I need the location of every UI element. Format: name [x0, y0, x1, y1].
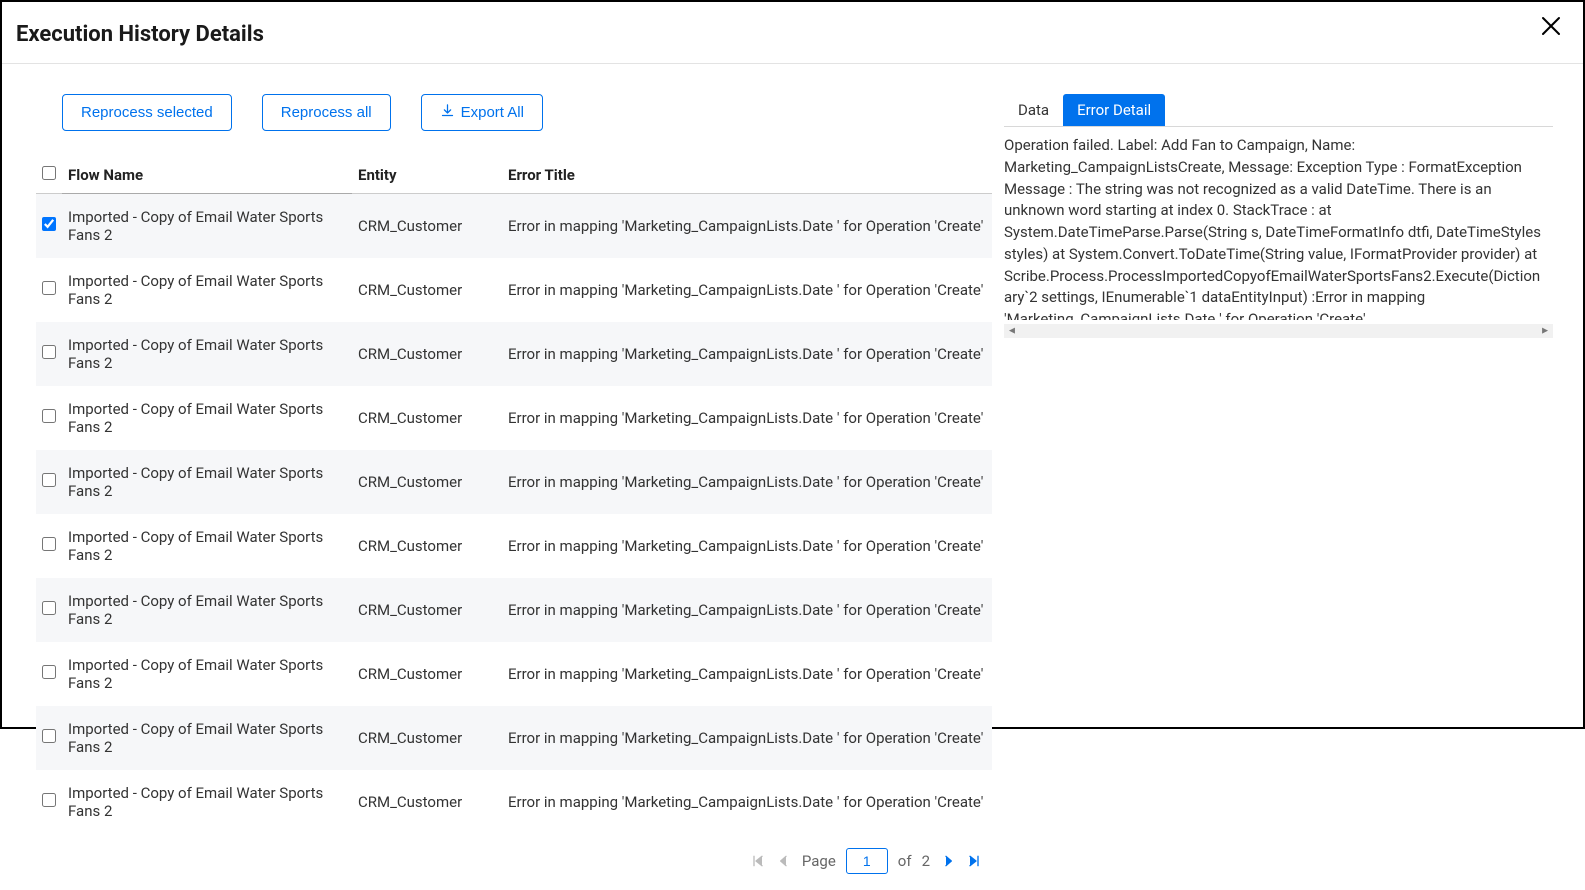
table-row[interactable]: Imported - Copy of Email Water Sports Fa… — [36, 642, 992, 706]
detail-pane: Data Error Detail Operation failed. Labe… — [1004, 64, 1583, 890]
row-checkbox[interactable] — [42, 601, 56, 615]
dialog-header: Execution History Details — [2, 2, 1583, 64]
total-pages: 2 — [922, 852, 930, 870]
cell-error-title: Error in mapping 'Marketing_CampaignList… — [502, 770, 992, 834]
of-label: of — [898, 852, 912, 870]
cell-error-title: Error in mapping 'Marketing_CampaignList… — [502, 386, 992, 450]
table-header-row: Flow Name Entity Error Title — [36, 157, 992, 194]
cell-entity: CRM_Customer — [352, 770, 502, 834]
table-row[interactable]: Imported - Copy of Email Water Sports Fa… — [36, 706, 992, 770]
cell-error-title: Error in mapping 'Marketing_CampaignList… — [502, 514, 992, 578]
button-label: Reprocess all — [281, 104, 372, 121]
horizontal-scrollbar[interactable]: ◄ ► — [1004, 324, 1553, 338]
table-row[interactable]: Imported - Copy of Email Water Sports Fa… — [36, 450, 992, 514]
table-row[interactable]: Imported - Copy of Email Water Sports Fa… — [36, 578, 992, 642]
row-checkbox[interactable] — [42, 345, 56, 359]
export-all-button[interactable]: Export All — [421, 94, 543, 131]
page-input[interactable] — [846, 848, 888, 874]
prev-page-icon[interactable] — [776, 853, 792, 869]
cell-flow-name: Imported - Copy of Email Water Sports Fa… — [62, 258, 352, 322]
first-page-icon[interactable] — [750, 853, 766, 869]
cell-entity: CRM_Customer — [352, 322, 502, 386]
cell-flow-name: Imported - Copy of Email Water Sports Fa… — [62, 770, 352, 834]
download-icon — [440, 103, 455, 122]
cell-flow-name: Imported - Copy of Email Water Sports Fa… — [62, 642, 352, 706]
cell-entity: CRM_Customer — [352, 578, 502, 642]
next-page-icon[interactable] — [940, 853, 956, 869]
button-label: Reprocess selected — [81, 104, 213, 121]
table-row[interactable]: Imported - Copy of Email Water Sports Fa… — [36, 194, 992, 259]
cell-entity: CRM_Customer — [352, 642, 502, 706]
cell-flow-name: Imported - Copy of Email Water Sports Fa… — [62, 386, 352, 450]
col-entity[interactable]: Entity — [352, 157, 502, 194]
col-error-title[interactable]: Error Title — [502, 157, 992, 194]
error-detail-text[interactable]: Operation failed. Label: Add Fan to Camp… — [1004, 135, 1553, 320]
button-label: Export All — [461, 104, 524, 121]
row-checkbox[interactable] — [42, 729, 56, 743]
cell-error-title: Error in mapping 'Marketing_CampaignList… — [502, 578, 992, 642]
scroll-right-icon[interactable]: ► — [1540, 326, 1550, 337]
cell-entity: CRM_Customer — [352, 386, 502, 450]
tab-data[interactable]: Data — [1004, 94, 1063, 126]
cell-entity: CRM_Customer — [352, 258, 502, 322]
cell-error-title: Error in mapping 'Marketing_CampaignList… — [502, 258, 992, 322]
reprocess-all-button[interactable]: Reprocess all — [262, 94, 391, 131]
col-flow-name[interactable]: Flow Name — [62, 157, 352, 194]
tab-error-detail[interactable]: Error Detail — [1063, 94, 1165, 126]
cell-entity: CRM_Customer — [352, 514, 502, 578]
list-pane: Reprocess selected Reprocess all Export … — [2, 64, 992, 890]
cell-flow-name: Imported - Copy of Email Water Sports Fa… — [62, 450, 352, 514]
dialog-title: Execution History Details — [16, 22, 1569, 47]
row-checkbox[interactable] — [42, 409, 56, 423]
cell-error-title: Error in mapping 'Marketing_CampaignList… — [502, 450, 992, 514]
table-row[interactable]: Imported - Copy of Email Water Sports Fa… — [36, 770, 992, 834]
cell-error-title: Error in mapping 'Marketing_CampaignList… — [502, 706, 992, 770]
pager: Page of 2 — [36, 848, 992, 874]
errors-table: Flow Name Entity Error Title Imported - … — [36, 157, 992, 834]
row-checkbox[interactable] — [42, 793, 56, 807]
cell-flow-name: Imported - Copy of Email Water Sports Fa… — [62, 578, 352, 642]
row-checkbox[interactable] — [42, 217, 56, 231]
cell-flow-name: Imported - Copy of Email Water Sports Fa… — [62, 322, 352, 386]
row-checkbox[interactable] — [42, 281, 56, 295]
select-all-checkbox[interactable] — [42, 166, 56, 180]
detail-tabs: Data Error Detail — [1004, 94, 1553, 127]
cell-entity: CRM_Customer — [352, 706, 502, 770]
page-label: Page — [802, 852, 836, 870]
cell-flow-name: Imported - Copy of Email Water Sports Fa… — [62, 194, 352, 259]
cell-flow-name: Imported - Copy of Email Water Sports Fa… — [62, 706, 352, 770]
row-checkbox[interactable] — [42, 537, 56, 551]
reprocess-selected-button[interactable]: Reprocess selected — [62, 94, 232, 131]
close-icon[interactable] — [1531, 14, 1571, 44]
row-checkbox[interactable] — [42, 473, 56, 487]
cell-error-title: Error in mapping 'Marketing_CampaignList… — [502, 642, 992, 706]
table-row[interactable]: Imported - Copy of Email Water Sports Fa… — [36, 258, 992, 322]
table-row[interactable]: Imported - Copy of Email Water Sports Fa… — [36, 514, 992, 578]
cell-flow-name: Imported - Copy of Email Water Sports Fa… — [62, 514, 352, 578]
scroll-left-icon[interactable]: ◄ — [1007, 326, 1017, 337]
toolbar: Reprocess selected Reprocess all Export … — [62, 94, 992, 131]
table-row[interactable]: Imported - Copy of Email Water Sports Fa… — [36, 322, 992, 386]
last-page-icon[interactable] — [966, 853, 982, 869]
cell-entity: CRM_Customer — [352, 450, 502, 514]
row-checkbox[interactable] — [42, 665, 56, 679]
cell-entity: CRM_Customer — [352, 194, 502, 259]
cell-error-title: Error in mapping 'Marketing_CampaignList… — [502, 194, 992, 259]
table-row[interactable]: Imported - Copy of Email Water Sports Fa… — [36, 386, 992, 450]
cell-error-title: Error in mapping 'Marketing_CampaignList… — [502, 322, 992, 386]
